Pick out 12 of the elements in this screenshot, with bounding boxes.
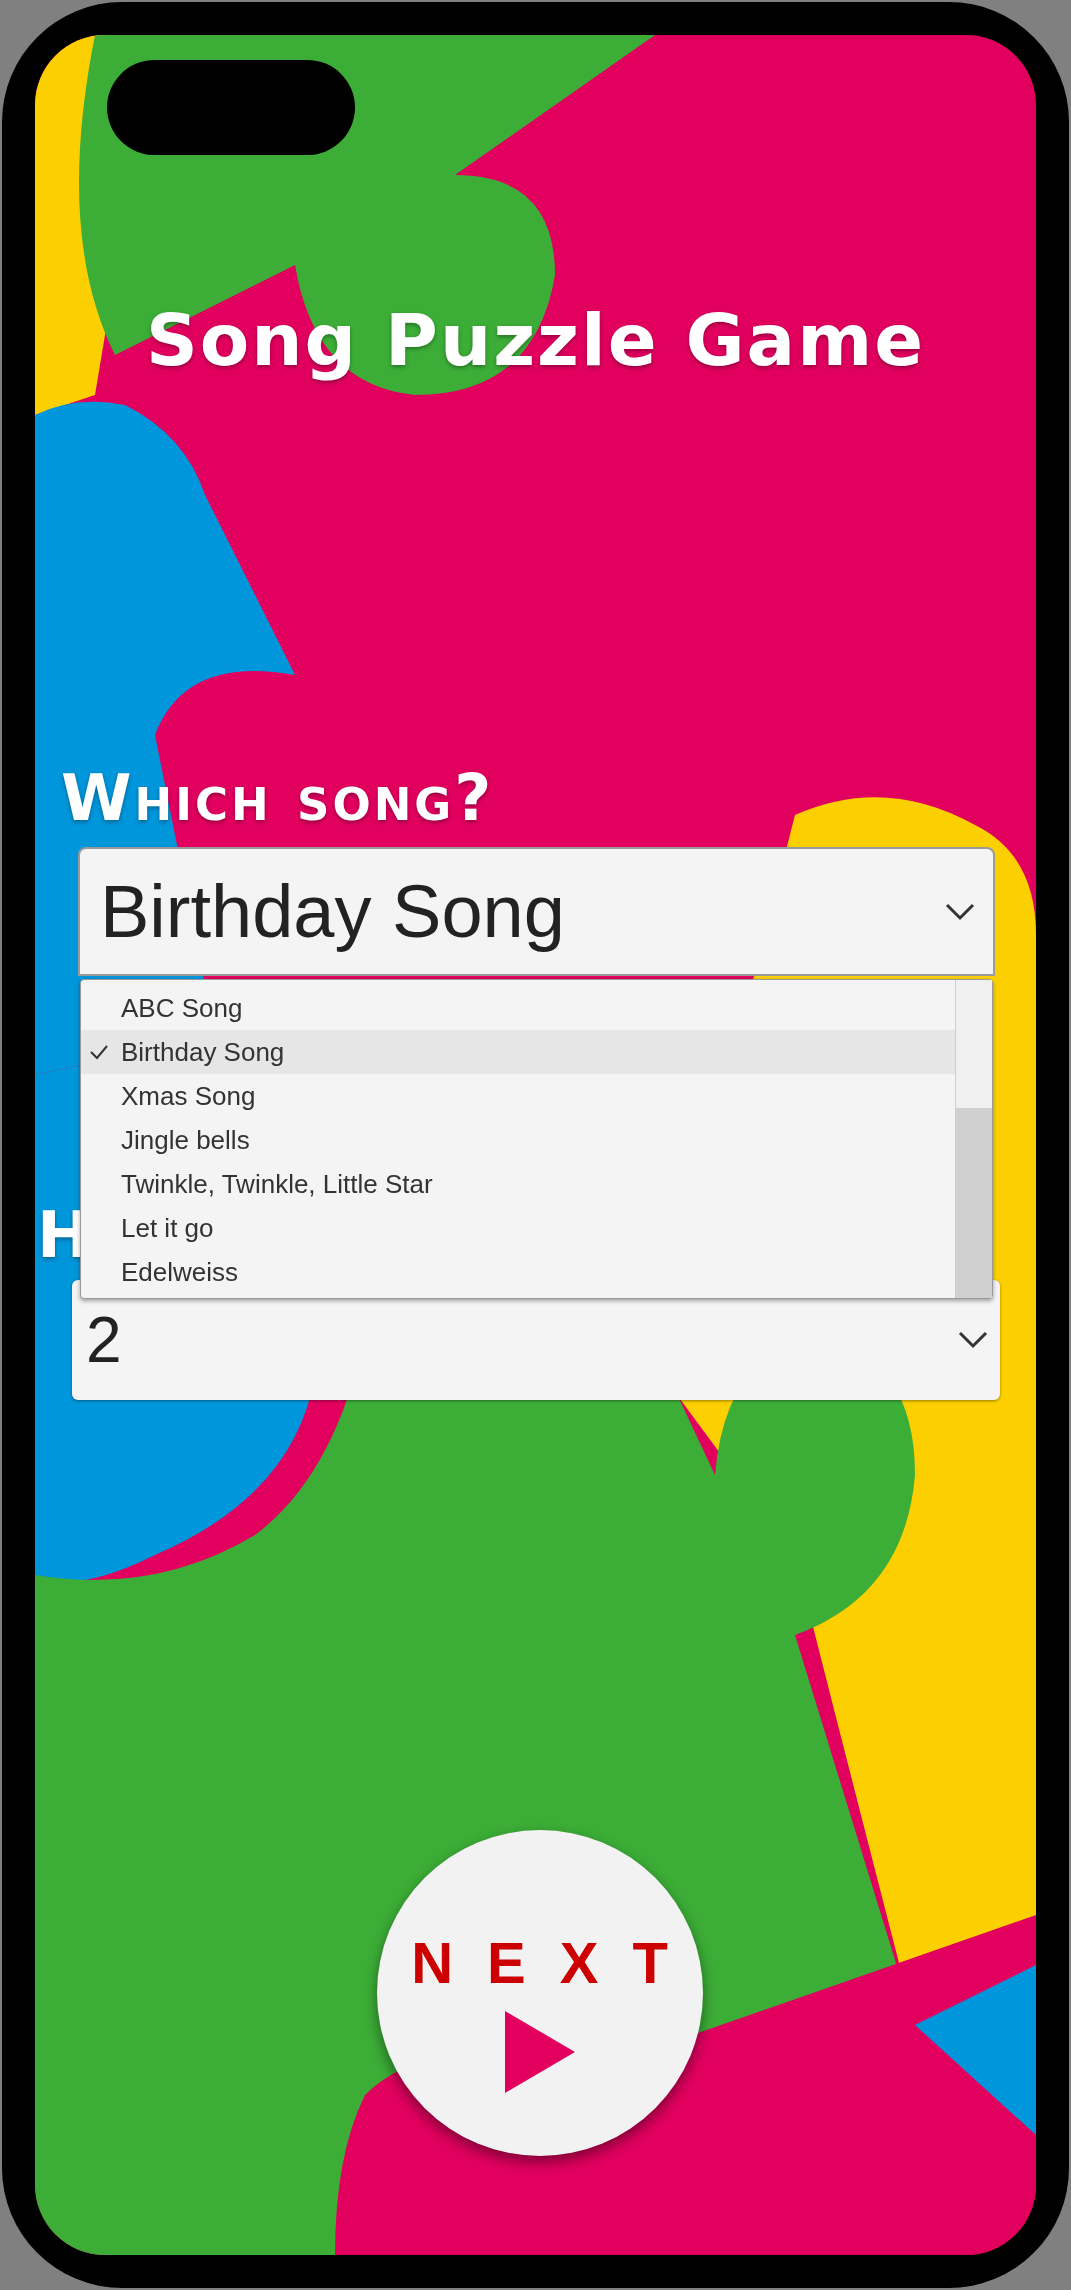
song-dropdown[interactable]: Birthday Song: [80, 849, 993, 974]
dropdown-option[interactable]: ABC Song: [81, 986, 955, 1030]
play-icon: [504, 2011, 575, 2093]
chevron-down-icon: [958, 1331, 988, 1349]
check-icon: [89, 1044, 109, 1060]
dropdown-option[interactable]: Let it go: [81, 1206, 955, 1250]
scrollbar[interactable]: [955, 980, 992, 1298]
chevron-down-icon: [945, 902, 975, 921]
dropdown-option[interactable]: Twinkle, Twinkle, Little Star: [81, 1162, 955, 1206]
dropdown-option[interactable]: Jingle bells: [81, 1118, 955, 1162]
dropdown-option[interactable]: Xmas Song: [81, 1074, 955, 1118]
dropdown-option[interactable]: Birthday Song: [81, 1030, 955, 1074]
